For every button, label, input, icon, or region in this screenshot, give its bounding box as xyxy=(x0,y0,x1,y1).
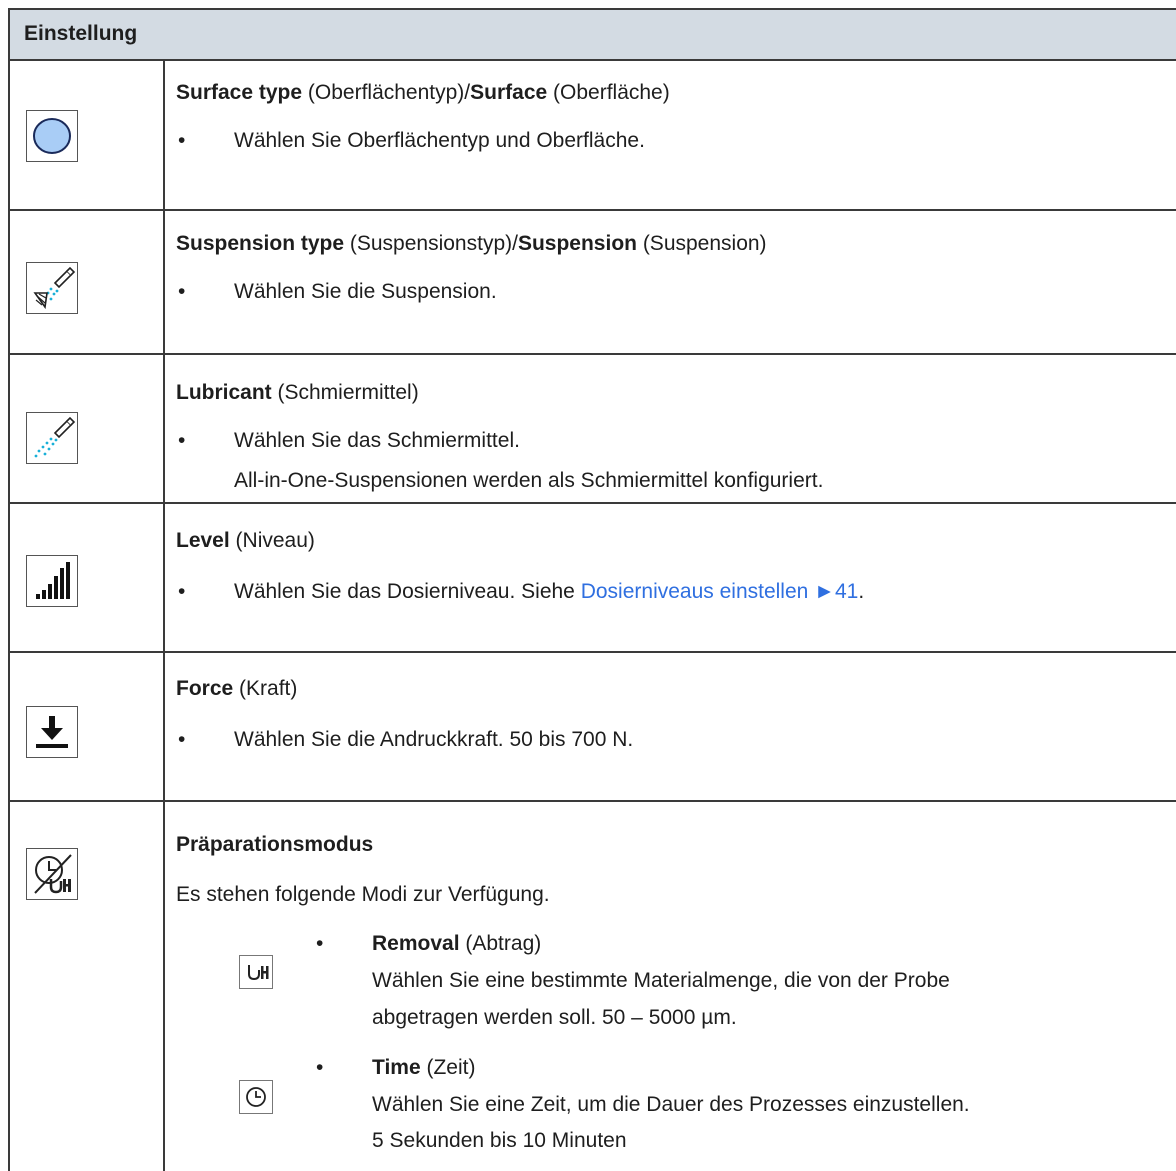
mode-title: Removal (Abtrag) xyxy=(372,932,542,955)
table-header: Einstellung xyxy=(10,10,1176,61)
row-title: Force (Kraft) xyxy=(176,677,298,700)
surface-icon xyxy=(26,110,78,162)
row-description: Wählen Sie das Schmiermittel. xyxy=(234,429,520,452)
mode-description: Wählen Sie eine Zeit, um die Dauer des P… xyxy=(372,1093,970,1116)
bullet: • xyxy=(178,280,186,303)
row-divider xyxy=(10,800,1176,802)
bullet: • xyxy=(316,1056,324,1079)
row-description: Wählen Sie die Andruckkraft. 50 bis 700 … xyxy=(234,728,634,751)
row-divider xyxy=(10,209,1176,211)
row-title: Surface type (Oberflächentyp)/Surface (O… xyxy=(176,81,670,104)
settings-table: Einstellung Surface type (Oberflächentyp… xyxy=(8,8,1176,1171)
row-title: Suspension type (Suspensionstyp)/Suspens… xyxy=(176,232,767,255)
row-intro: Es stehen folgende Modi zur Verfügung. xyxy=(176,883,550,906)
lubricant-spray-icon xyxy=(26,412,78,464)
mode-description: Wählen Sie eine bestimmte Materialmenge,… xyxy=(372,969,950,992)
bullet: • xyxy=(178,429,186,452)
force-down-arrow-icon xyxy=(26,706,78,758)
mode-description: abgetragen werden soll. 50 – 5000 µm. xyxy=(372,1006,737,1029)
level-bars-icon xyxy=(26,555,78,607)
row-title: Präparationsmodus xyxy=(176,833,374,856)
row-divider xyxy=(10,353,1176,355)
header-title: Einstellung xyxy=(24,22,138,45)
row-divider xyxy=(10,651,1176,653)
row-description: Wählen Sie das Dosierniveau. Siehe Dosie… xyxy=(234,580,865,603)
bullet: • xyxy=(316,932,324,955)
mode-description: 5 Sekunden bis 10 Minuten xyxy=(372,1129,627,1152)
time-clock-icon xyxy=(239,1080,273,1114)
row-title: Level (Niveau) xyxy=(176,529,315,552)
row-title: Lubricant (Schmiermittel) xyxy=(176,381,419,404)
row-description: Wählen Sie die Suspension. xyxy=(234,280,497,303)
bullet: • xyxy=(178,728,186,751)
row-divider xyxy=(10,502,1176,504)
bullet: • xyxy=(178,129,186,152)
suspension-spray-icon xyxy=(26,262,78,314)
bullet: • xyxy=(178,580,186,603)
mode-title: Time (Zeit) xyxy=(372,1056,476,1079)
column-divider xyxy=(163,61,165,1171)
preparation-mode-icon xyxy=(26,848,78,900)
dosing-level-link[interactable]: Dosierniveaus einstellen ►41 xyxy=(581,580,859,603)
row-note: All-in-One-Suspensionen werden als Schmi… xyxy=(234,469,824,492)
row-description: Wählen Sie Oberflächentyp und Oberfläche… xyxy=(234,129,645,152)
removal-icon xyxy=(239,955,273,989)
